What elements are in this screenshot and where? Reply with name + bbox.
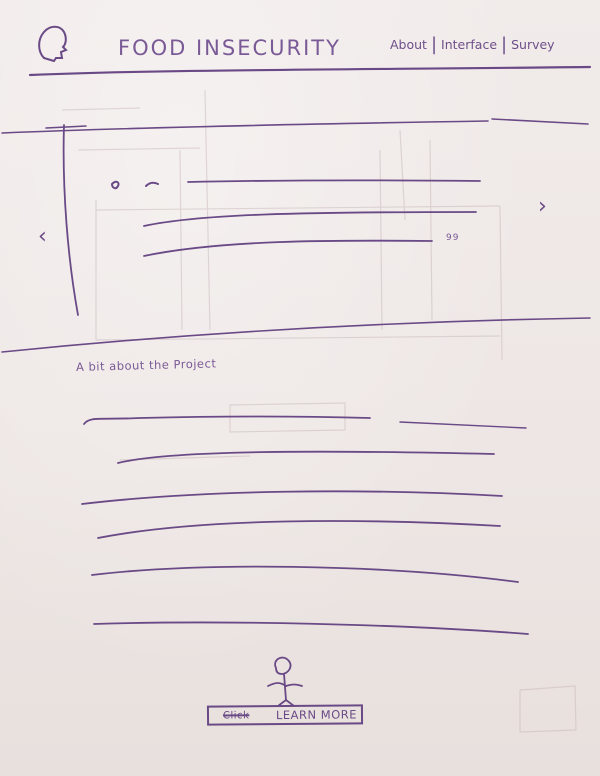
head-profile-icon [38, 25, 68, 62]
project-line-1 [83, 415, 371, 425]
quote-icon: 99 [446, 233, 460, 243]
testimonial-line-3 [143, 239, 433, 257]
carousel-inner-top [45, 125, 87, 129]
wireframe-sketch [1, 25, 592, 707]
project-line-2 [117, 450, 495, 464]
project-line-4 [97, 520, 501, 539]
header-divider [28, 65, 592, 77]
nav-about[interactable]: About [390, 37, 427, 52]
struck-out-label: Click [222, 710, 250, 722]
carousel-bottom-border [1, 317, 591, 353]
testimonial-line-1 [187, 179, 481, 183]
carousel-next-button[interactable]: › [538, 196, 547, 218]
avatar-tilde [145, 181, 159, 187]
nav-survey[interactable]: Survey [511, 37, 554, 52]
learn-more-label: LEARN MORE [275, 707, 358, 723]
avatar-mark [111, 180, 120, 190]
project-line-3 [81, 490, 503, 505]
learn-more-button[interactable]: Click LEARN MORE [206, 704, 364, 726]
carousel-top-border-right [491, 118, 589, 125]
project-line-6 [93, 621, 529, 635]
project-line-1b [399, 421, 527, 429]
carousel-prev-button[interactable]: ‹ [38, 226, 47, 248]
top-navigation: About | Interface | Survey [390, 33, 555, 55]
nav-separator: | [501, 33, 508, 55]
project-line-5 [91, 565, 519, 583]
carousel-left-rail [62, 124, 79, 316]
nav-separator: | [430, 33, 438, 55]
person-figure-icon [267, 656, 303, 707]
testimonial-line-2 [143, 211, 477, 227]
site-title: FOOD INSECURITY [118, 36, 341, 60]
nav-interface[interactable]: Interface [441, 37, 497, 52]
